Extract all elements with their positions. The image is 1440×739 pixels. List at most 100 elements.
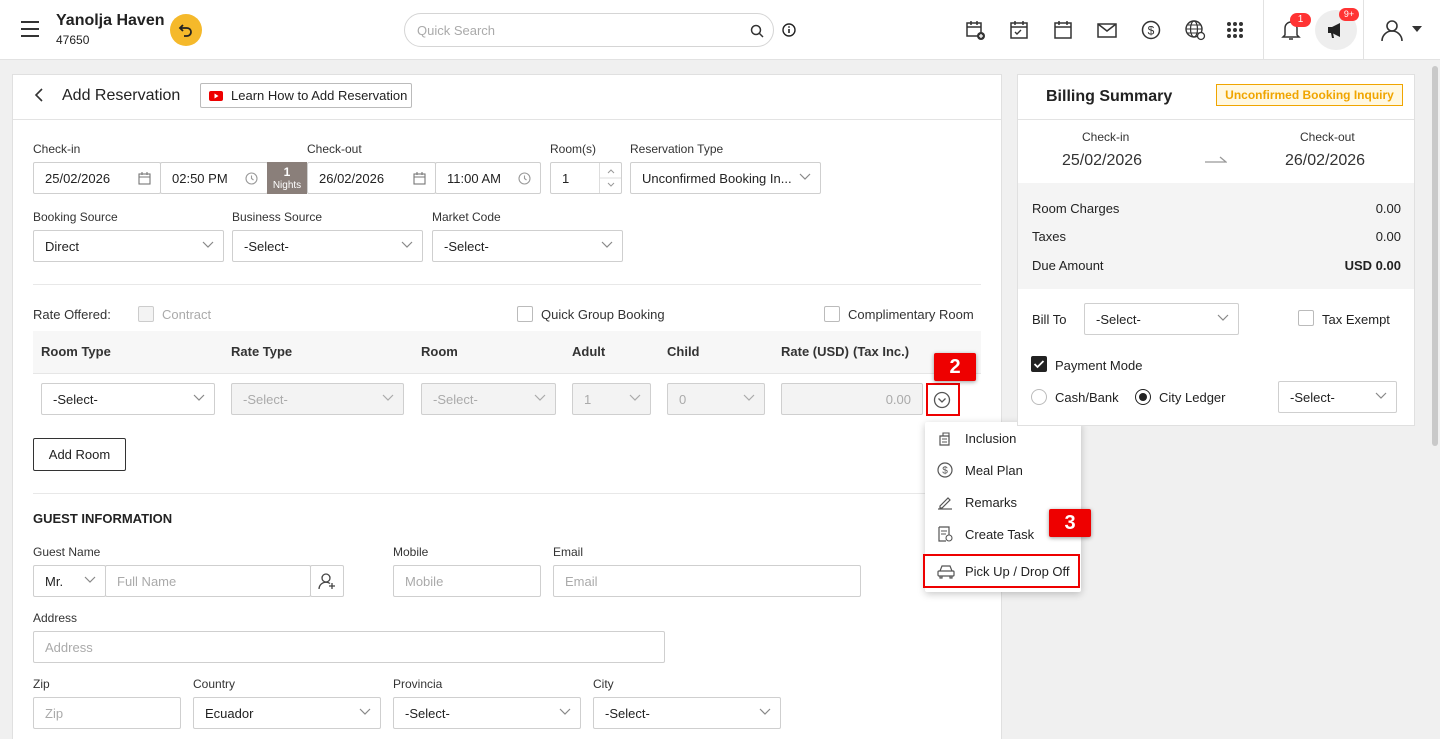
full-name-input[interactable]: Full Name: [105, 565, 311, 597]
rate-type-value: -Select-: [243, 391, 288, 407]
learn-video-button[interactable]: Learn How to Add Reservation: [200, 83, 412, 108]
checkout-time-field[interactable]: 11:00 AM: [435, 162, 541, 194]
quick-group-booking-label: Quick Group Booking: [541, 307, 665, 322]
guest-lookup-button[interactable]: [310, 565, 344, 597]
col-tax-inc: (Tax Inc.): [853, 344, 910, 359]
city-ledger-radio[interactable]: [1135, 389, 1151, 405]
page-scrollbar[interactable]: [1432, 66, 1438, 446]
user-profile-icon[interactable]: [1380, 18, 1404, 42]
address-input[interactable]: Address: [33, 631, 665, 663]
col-rate-usd: Rate (USD): [781, 344, 849, 359]
mobile-input[interactable]: Mobile: [393, 565, 541, 597]
calendar-add-icon[interactable]: [962, 17, 988, 43]
room-select[interactable]: -Select-: [421, 383, 556, 415]
email-label: Email: [553, 545, 584, 559]
bill-to-select[interactable]: -Select-: [1084, 303, 1239, 335]
country-value: Ecuador: [205, 705, 254, 721]
checkin-date-field[interactable]: 25/02/2026: [33, 162, 161, 194]
search-placeholder: Quick Search: [417, 23, 496, 38]
notification-badge: 1: [1290, 13, 1311, 27]
zip-input[interactable]: Zip: [33, 697, 181, 729]
clock-icon: [245, 172, 258, 185]
payment-mode-checkbox[interactable]: [1031, 356, 1047, 372]
menu-item-inclusion[interactable]: Inclusion: [925, 422, 1081, 454]
apps-grid-icon[interactable]: [1222, 17, 1248, 43]
salutation-value: Mr.: [45, 573, 64, 589]
business-source-value: -Select-: [244, 238, 289, 254]
city-select[interactable]: -Select-: [593, 697, 781, 729]
cash-bank-radio[interactable]: [1031, 389, 1047, 405]
rate-type-select[interactable]: -Select-: [231, 383, 404, 415]
menu-item-label: Inclusion: [965, 430, 1017, 446]
checkout-date-field[interactable]: 26/02/2026: [307, 162, 436, 194]
due-amount-value: USD 0.00: [1344, 258, 1401, 273]
chevron-down-icon: [202, 241, 214, 249]
adult-value: 1: [584, 391, 592, 407]
city-ledger-label: City Ledger: [1159, 390, 1226, 405]
menu-item-label: Create Task: [965, 526, 1035, 542]
hamburger-menu-icon[interactable]: [20, 20, 40, 38]
child-value: 0: [679, 391, 687, 407]
search-icon[interactable]: [750, 24, 764, 38]
info-icon[interactable]: [782, 23, 796, 37]
checkin-time-field[interactable]: 02:50 PM: [160, 162, 268, 194]
mobile-label: Mobile: [393, 545, 429, 559]
calendar-icon[interactable]: [1050, 17, 1076, 43]
taxes-label: Taxes: [1032, 229, 1066, 244]
province-select[interactable]: -Select-: [393, 697, 581, 729]
header-divider: [1263, 0, 1264, 60]
nights-badge: 1 Nights: [267, 162, 307, 194]
adult-select[interactable]: 1: [572, 383, 651, 415]
menu-item-meal-plan[interactable]: $ Meal Plan: [925, 454, 1081, 486]
booking-source-select[interactable]: Direct: [33, 230, 224, 262]
reservation-type-select[interactable]: Unconfirmed Booking In...: [630, 162, 821, 194]
business-source-label: Business Source: [232, 210, 323, 224]
page-title: Add Reservation: [62, 87, 181, 104]
mail-icon[interactable]: [1094, 17, 1120, 43]
quick-search-box[interactable]: Quick Search: [404, 13, 774, 47]
switch-property-icon[interactable]: [170, 14, 202, 46]
calendar-check-icon[interactable]: [1006, 17, 1032, 43]
child-select[interactable]: 0: [667, 383, 765, 415]
reservation-type-label: Reservation Type: [630, 142, 724, 156]
city-label: City: [593, 677, 614, 691]
menu-item-label: Meal Plan: [965, 462, 1023, 478]
add-room-button[interactable]: Add Room: [33, 438, 126, 471]
back-arrow-icon[interactable]: [34, 88, 44, 102]
col-room-type: Room Type: [41, 344, 111, 359]
menu-item-pickup-dropoff[interactable]: Pick Up / Drop Off: [923, 554, 1080, 588]
rooms-stepper[interactable]: 1: [550, 162, 622, 194]
rate-input[interactable]: 0.00: [781, 383, 923, 415]
rooms-value: 1: [562, 170, 570, 186]
quick-group-booking-checkbox[interactable]: [517, 306, 533, 322]
calendar-small-icon: [138, 172, 151, 185]
due-amount-label: Due Amount: [1032, 258, 1104, 273]
complimentary-room-checkbox[interactable]: [824, 306, 840, 322]
inclusion-icon: [937, 430, 953, 446]
col-child: Child: [667, 344, 700, 359]
contract-checkbox[interactable]: [138, 306, 154, 322]
step3-callout: 3: [1049, 509, 1091, 537]
salutation-select[interactable]: Mr.: [33, 565, 106, 597]
dollar-icon[interactable]: $: [1138, 17, 1164, 43]
guest-name-label: Guest Name: [33, 545, 101, 559]
rooms-label: Room(s): [550, 142, 597, 156]
email-input[interactable]: Email: [553, 565, 861, 597]
market-code-select[interactable]: -Select-: [432, 230, 623, 262]
ledger-account-select[interactable]: -Select-: [1278, 381, 1397, 413]
chevron-down-icon: [559, 708, 571, 716]
row-options-chevron-icon[interactable]: [933, 391, 951, 409]
country-select[interactable]: Ecuador: [193, 697, 381, 729]
hotel-id: 47650: [56, 33, 90, 47]
chevron-down-icon: [759, 708, 771, 716]
stepper-arrows[interactable]: [599, 163, 621, 193]
contract-label: Contract: [162, 307, 212, 322]
business-source-select[interactable]: -Select-: [232, 230, 423, 262]
tax-exempt-checkbox[interactable]: [1298, 310, 1314, 326]
full-name-placeholder: Full Name: [117, 573, 177, 589]
svg-text:$: $: [942, 466, 948, 477]
user-dropdown-chevron-icon[interactable]: [1412, 26, 1422, 32]
globe-settings-icon[interactable]: [1182, 17, 1208, 43]
complimentary-room-label: Complimentary Room: [848, 307, 974, 322]
room-type-select[interactable]: -Select-: [41, 383, 215, 415]
